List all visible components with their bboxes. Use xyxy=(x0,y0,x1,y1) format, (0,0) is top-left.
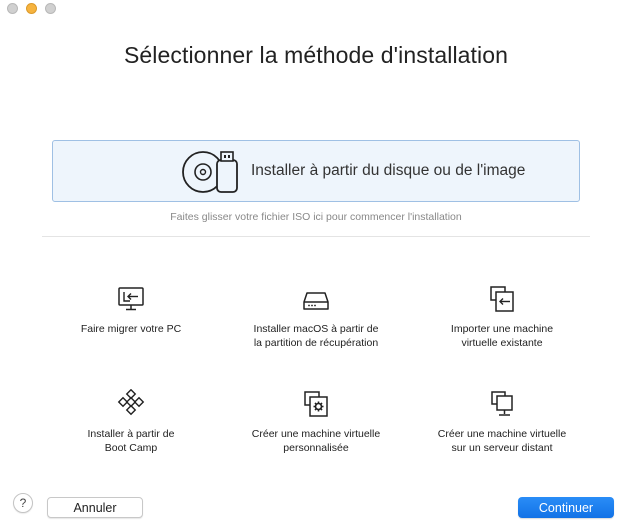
install-from-disc-dropzone[interactable]: Installer à partir du disque ou de l'ima… xyxy=(52,140,580,202)
custom-vm-option[interactable]: Créer une machine virtuelle personnalisé… xyxy=(226,389,406,455)
migrate-pc-option[interactable]: Faire migrer votre PC xyxy=(41,284,221,336)
zoom-window-button[interactable] xyxy=(45,3,56,14)
custom-vm-icon xyxy=(304,391,328,417)
divider xyxy=(42,236,590,237)
remote-server-vm-option[interactable]: Créer une machine virtuelle sur un serve… xyxy=(412,389,592,455)
option-label: Installer macOS à partir de la partition… xyxy=(253,323,379,349)
minimize-window-button[interactable] xyxy=(26,3,37,14)
option-label: Faire migrer votre PC xyxy=(80,323,182,335)
option-label: Créer une machine virtuelle personnalisé… xyxy=(251,428,381,454)
hard-drive-icon xyxy=(303,292,329,310)
cancel-button[interactable]: Annuler xyxy=(47,497,143,518)
monitor-import-icon xyxy=(118,287,144,311)
dropzone-label: Installer à partir du disque ou de l'ima… xyxy=(251,162,526,179)
continue-button[interactable]: Continuer xyxy=(518,497,614,518)
option-label: Importer une machine virtuelle existante xyxy=(450,323,554,349)
drag-iso-hint: Faites glisser votre fichier ISO ici pou… xyxy=(170,211,462,223)
install-macos-recovery-option[interactable]: Installer macOS à partir de la partition… xyxy=(226,284,406,350)
help-button[interactable]: ? xyxy=(13,493,33,513)
option-label: Créer une machine virtuelle sur un serve… xyxy=(437,428,567,454)
import-vm-icon xyxy=(490,286,514,312)
import-vm-option[interactable]: Importer une machine virtuelle existante xyxy=(412,284,592,350)
boot-camp-option[interactable]: Installer à partir de Boot Camp xyxy=(41,389,221,455)
remote-server-icon xyxy=(491,391,513,416)
boot-camp-icon xyxy=(117,389,145,416)
page-title: Sélectionner la méthode d'installation xyxy=(123,42,509,68)
close-window-button[interactable] xyxy=(7,3,18,14)
window-controls xyxy=(7,3,56,14)
option-label: Installer à partir de Boot Camp xyxy=(87,428,175,454)
disc-and-usb-icon xyxy=(182,151,238,193)
